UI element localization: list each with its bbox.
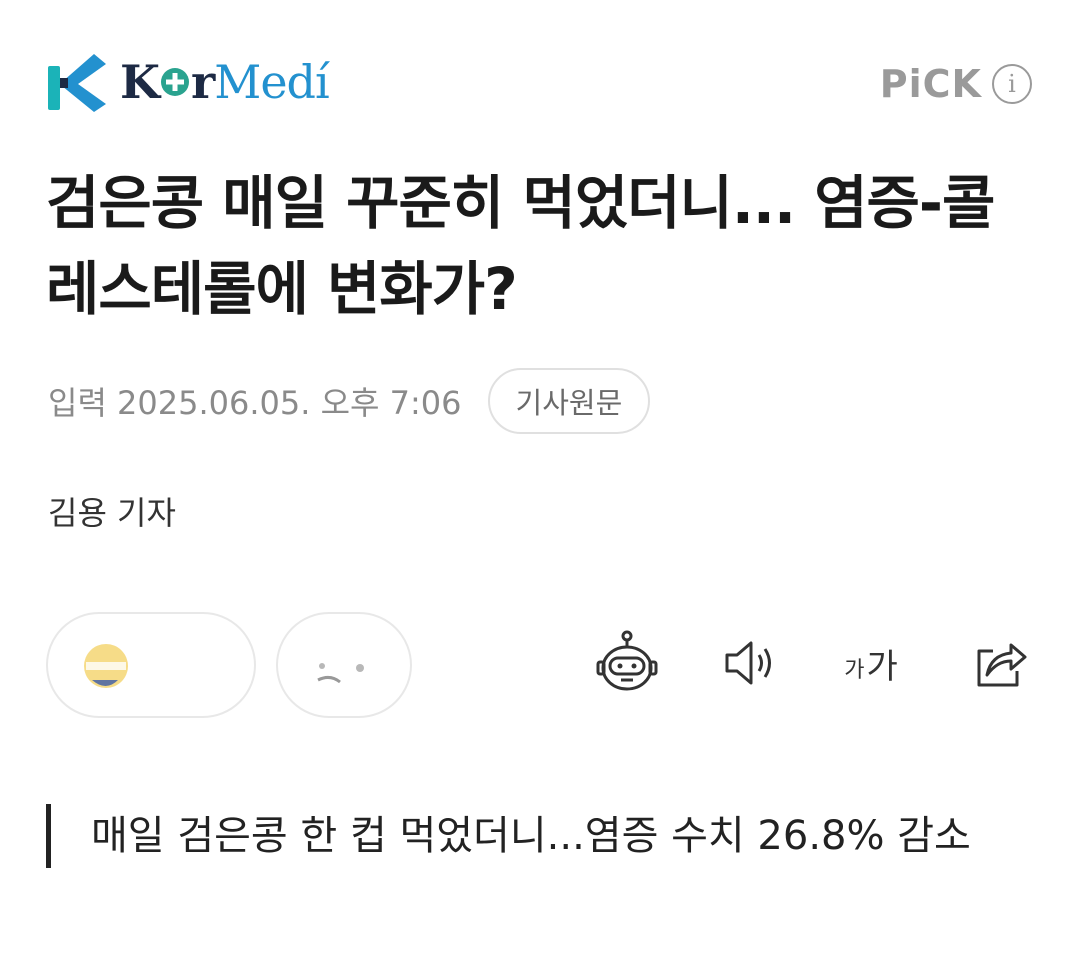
header: K r Medí PiCK i [0,40,1080,130]
font-large-label: 가 [866,646,898,687]
text-to-speech-button[interactable] [714,628,784,698]
share-button[interactable] [966,628,1036,698]
speaker-icon [725,641,771,685]
kormedi-logo[interactable]: K r Medí [48,52,330,112]
publish-date: 입력 2025.06.05. 오후 7:06 [48,384,462,422]
font-size-button[interactable]: 가 가 [836,628,906,698]
article-headline: 검은콩 매일 꾸준히 먹었더니... 염증-콜레스테롤에 변화가? [46,169,995,323]
original-article-button[interactable]: 기사원문 [487,368,651,434]
subheadline-text: 매일 검은콩 한 컵 먹었더니...염증 수치 26.8% 감소 [91,813,971,859]
logo-letter-k: K [120,55,160,109]
medical-cross-icon [160,68,189,96]
pick-badge: PiCK i [880,62,1032,106]
logo-medi: Medí [214,55,329,109]
comment-button[interactable] [276,612,412,718]
logo-wordmark: K r Medí [120,55,330,109]
logo-letter-r: r [190,55,215,109]
info-icon[interactable]: i [992,64,1032,104]
reaction-button[interactable] [46,612,256,718]
share-icon [977,643,1027,687]
kormedi-logo-icon [48,54,106,112]
ai-summary-button[interactable] [592,628,662,698]
emoji-icon [84,644,128,688]
author-name[interactable]: 김용 기자 [48,488,176,534]
ai-bot-icon [596,630,658,691]
font-small-label: 가 [844,657,865,683]
pick-label: PiCK [879,62,982,106]
article-meta: 입력 2025.06.05. 오후 7:06 기사원문 [48,368,651,434]
comment-icon [317,663,364,684]
font-size-icon: 가 가 [844,639,898,688]
article-subheadline: 매일 검은콩 한 컵 먹었더니...염증 수치 26.8% 감소 [46,804,1071,868]
